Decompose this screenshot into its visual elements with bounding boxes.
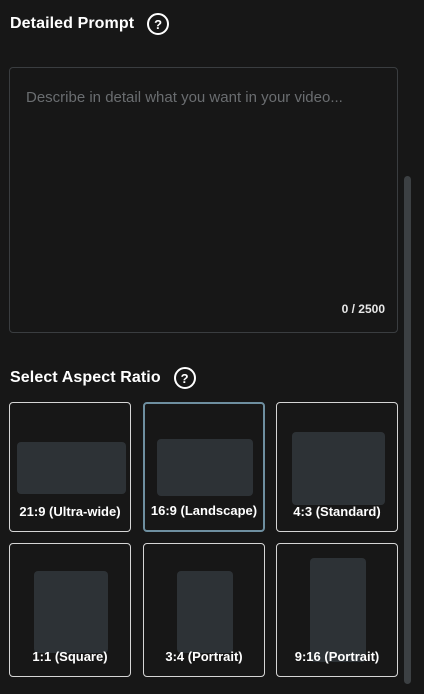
aspect-option-label: 4:3 (Standard) — [293, 504, 381, 519]
aspect-option-1-1[interactable]: 1:1 (Square) — [9, 543, 131, 677]
help-circle-icon[interactable]: ? — [147, 13, 170, 35]
aspect-option-label: 21:9 (Ultra-wide) — [19, 504, 121, 519]
help-circle-icon[interactable]: ? — [173, 367, 196, 389]
aspect-option-label: 16:9 (Landscape) — [150, 503, 258, 518]
prompt-textarea-container: 0 / 2500 — [9, 67, 398, 333]
aspect-option-label: 9:16 (Portrait) — [294, 649, 380, 664]
aspect-option-9-16[interactable]: 9:16 (Portrait) — [276, 543, 398, 677]
aspect-preview-shape — [310, 558, 366, 662]
aspect-option-21-9[interactable]: 21:9 (Ultra-wide) — [9, 402, 131, 532]
aspect-preview-shape — [17, 442, 126, 494]
prompt-textarea[interactable] — [10, 68, 397, 332]
scrollbar-thumb[interactable] — [404, 176, 411, 684]
aspect-preview-shape — [157, 439, 253, 496]
prompt-section-header: Detailed Prompt ? — [10, 12, 170, 36]
aspect-preview-shape — [34, 571, 108, 653]
aspect-option-16-9[interactable]: 16:9 (Landscape) — [143, 402, 265, 532]
char-counter: 0 / 2500 — [341, 302, 385, 316]
aspect-preview-shape — [292, 432, 385, 505]
prompt-section-title: Detailed Prompt — [10, 15, 135, 32]
aspect-ratio-section-header: Select Aspect Ratio ? — [10, 366, 196, 390]
aspect-ratio-section-title: Select Aspect Ratio — [10, 369, 161, 386]
aspect-option-label: 3:4 (Portrait) — [165, 649, 243, 664]
aspect-preview-shape — [177, 571, 233, 653]
aspect-option-4-3[interactable]: 4:3 (Standard) — [276, 402, 398, 532]
aspect-option-3-4[interactable]: 3:4 (Portrait) — [143, 543, 265, 677]
aspect-option-label: 1:1 (Square) — [32, 649, 108, 664]
